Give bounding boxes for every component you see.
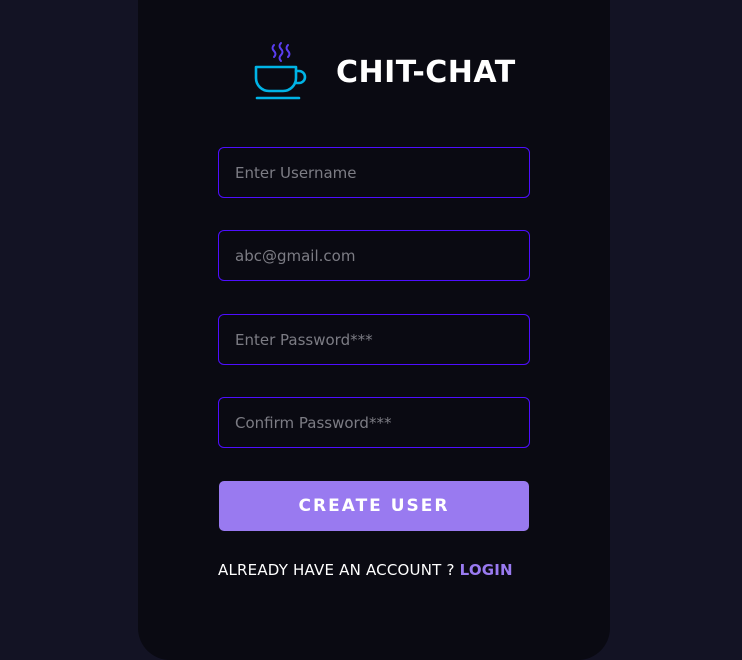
login-link[interactable]: LOGIN: [460, 561, 513, 579]
login-prompt: ALREADY HAVE AN ACCOUNT ? LOGIN: [218, 561, 530, 579]
coffee-cup-icon: [254, 42, 307, 100]
app-title: CHIT-CHAT: [336, 54, 516, 90]
confirm-password-input[interactable]: [218, 397, 530, 448]
username-input[interactable]: [218, 147, 530, 198]
email-input[interactable]: [218, 230, 530, 281]
login-prompt-text: ALREADY HAVE AN ACCOUNT ?: [218, 561, 460, 579]
password-input[interactable]: [218, 314, 530, 365]
brand-header: CHIT-CHAT: [252, 40, 516, 104]
create-user-button[interactable]: CREATE USER: [219, 481, 529, 531]
